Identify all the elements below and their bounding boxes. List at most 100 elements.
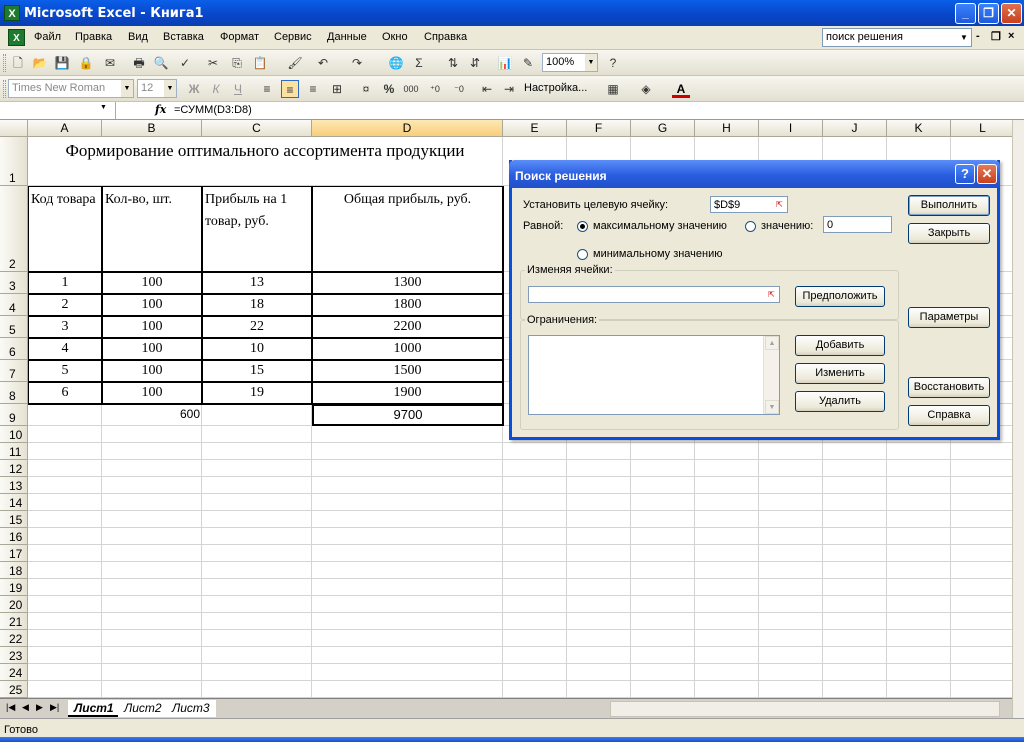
column-header[interactable]: L bbox=[951, 120, 1012, 137]
chart-wizard-icon[interactable]: 📊 bbox=[496, 54, 514, 72]
spelling-icon[interactable]: ✓ bbox=[176, 54, 194, 72]
menu-edit[interactable]: Правка bbox=[75, 31, 112, 43]
row-header[interactable]: 20 bbox=[0, 596, 28, 613]
horizontal-scrollbar[interactable] bbox=[610, 701, 1000, 717]
column-header[interactable]: I bbox=[759, 120, 823, 137]
table-cell[interactable]: 100 bbox=[102, 294, 203, 317]
drawing-icon[interactable]: ✎ bbox=[519, 54, 537, 72]
menu-window[interactable]: Окно bbox=[382, 31, 408, 43]
font-color-icon[interactable]: A bbox=[672, 80, 690, 98]
vertical-scrollbar[interactable] bbox=[1012, 120, 1024, 718]
table-cell[interactable]: 100 bbox=[102, 360, 203, 383]
prev-sheet-icon[interactable]: ◀ bbox=[22, 702, 29, 713]
zoom-select[interactable]: 100% ▼ bbox=[542, 53, 598, 72]
column-header[interactable]: C bbox=[202, 120, 312, 137]
row-header[interactable]: 22 bbox=[0, 630, 28, 647]
table-cell[interactable]: 1000 bbox=[312, 338, 504, 361]
run-button[interactable]: Выполнить bbox=[908, 195, 990, 216]
table-cell[interactable]: 100 bbox=[102, 338, 203, 361]
table-cell[interactable]: 100 bbox=[102, 272, 203, 295]
row-header[interactable]: 14 bbox=[0, 494, 28, 511]
doc-restore-icon[interactable]: ❐ bbox=[991, 30, 1001, 43]
next-sheet-icon[interactable]: ▶ bbox=[36, 702, 43, 713]
add-button[interactable]: Добавить bbox=[795, 335, 885, 356]
italic-button[interactable]: К bbox=[207, 80, 225, 98]
constraints-list[interactable]: ▲ ▼ bbox=[528, 335, 780, 415]
last-sheet-icon[interactable]: ▶| bbox=[50, 702, 59, 713]
table-header-cell[interactable]: Прибыль на 1 товар, руб. bbox=[202, 186, 313, 273]
toolbar-grip[interactable] bbox=[3, 80, 6, 98]
copy-icon[interactable]: ⎘ bbox=[228, 54, 246, 72]
redo-icon[interactable]: ↷ bbox=[348, 54, 366, 72]
function-icon[interactable]: fx bbox=[155, 103, 166, 116]
dialog-close-icon[interactable]: ✕ bbox=[977, 164, 997, 184]
open-icon[interactable]: 📂 bbox=[31, 54, 49, 72]
table-cell[interactable]: 4 bbox=[28, 338, 103, 361]
value-radio-label[interactable]: значению: bbox=[761, 220, 813, 232]
table-cell[interactable]: 6 bbox=[28, 382, 103, 405]
total-profit-cell[interactable]: 9700 bbox=[312, 404, 504, 426]
table-cell[interactable]: 10 bbox=[202, 338, 313, 361]
scroll-up-icon[interactable]: ▲ bbox=[765, 336, 779, 350]
chevron-down-icon[interactable]: ▼ bbox=[121, 80, 133, 97]
fill-color-icon[interactable]: ◈ bbox=[637, 80, 655, 98]
restore-button[interactable]: ❐ bbox=[978, 3, 999, 24]
table-cell[interactable]: 18 bbox=[202, 294, 313, 317]
row-header[interactable]: 4 bbox=[0, 294, 28, 316]
table-cell[interactable]: 1 bbox=[28, 272, 103, 295]
chevron-down-icon[interactable]: ▼ bbox=[585, 54, 597, 71]
row-header[interactable]: 1 bbox=[0, 137, 28, 186]
percent-icon[interactable]: % bbox=[380, 80, 398, 98]
sheet-tab-2[interactable]: Лист2 bbox=[118, 700, 168, 717]
table-cell[interactable]: 1300 bbox=[312, 272, 504, 295]
sheet-tab-1[interactable]: Лист1 bbox=[68, 700, 120, 717]
change-button[interactable]: Изменить bbox=[795, 363, 885, 384]
table-cell[interactable]: 1900 bbox=[312, 382, 504, 405]
table-cell[interactable]: 5 bbox=[28, 360, 103, 383]
row-header[interactable]: 9 bbox=[0, 404, 28, 426]
font-size-select[interactable]: 12 ▼ bbox=[137, 79, 177, 98]
chevron-down-icon[interactable]: ▼ bbox=[100, 104, 107, 111]
table-header-cell[interactable]: Код товара bbox=[28, 186, 103, 273]
save-icon[interactable]: 💾 bbox=[53, 54, 71, 72]
print-preview-icon[interactable]: 🔍 bbox=[152, 54, 170, 72]
options-button[interactable]: Параметры bbox=[908, 307, 990, 328]
menu-format[interactable]: Формат bbox=[220, 31, 259, 43]
row-header[interactable]: 19 bbox=[0, 579, 28, 596]
row-header[interactable]: 11 bbox=[0, 443, 28, 460]
table-header-cell[interactable]: Общая прибыль, руб. bbox=[312, 186, 504, 273]
menu-insert[interactable]: Вставка bbox=[163, 31, 204, 43]
sort-desc-icon[interactable]: ⇵ bbox=[466, 54, 484, 72]
constraints-scrollbar[interactable]: ▲ ▼ bbox=[763, 336, 779, 414]
menu-view[interactable]: Вид bbox=[128, 31, 148, 43]
table-cell[interactable]: 13 bbox=[202, 272, 313, 295]
autosum-icon[interactable]: Σ bbox=[410, 54, 428, 72]
doc-minimize-icon[interactable]: - bbox=[976, 30, 980, 42]
row-header[interactable]: 13 bbox=[0, 477, 28, 494]
total-qty-cell[interactable]: 600 bbox=[103, 405, 200, 424]
column-header[interactable]: H bbox=[695, 120, 759, 137]
min-radio[interactable] bbox=[577, 249, 588, 260]
table-cell[interactable]: 1800 bbox=[312, 294, 504, 317]
document-icon[interactable]: X bbox=[8, 29, 25, 46]
undo-icon[interactable]: ↶ bbox=[314, 54, 332, 72]
print-icon[interactable]: 🖶 bbox=[130, 54, 148, 72]
max-radio-label[interactable]: максимальному значению bbox=[593, 220, 727, 232]
currency-icon[interactable]: ¤ bbox=[357, 80, 375, 98]
align-left-icon[interactable]: ≡ bbox=[258, 80, 276, 98]
table-cell[interactable]: 100 bbox=[102, 316, 203, 339]
decrease-decimal-icon[interactable]: ⁻0 bbox=[450, 80, 468, 98]
row-header[interactable]: 24 bbox=[0, 664, 28, 681]
column-header[interactable]: D bbox=[312, 120, 503, 137]
help-icon[interactable]: ? bbox=[604, 54, 622, 72]
close-dialog-button[interactable]: Закрыть bbox=[908, 223, 990, 244]
doc-close-icon[interactable]: × bbox=[1008, 30, 1014, 42]
dialog-help-icon[interactable]: ? bbox=[955, 164, 975, 184]
cut-icon[interactable]: ✂ bbox=[204, 54, 222, 72]
row-header[interactable]: 17 bbox=[0, 545, 28, 562]
row-header[interactable]: 5 bbox=[0, 316, 28, 338]
scroll-down-icon[interactable]: ▼ bbox=[765, 400, 779, 414]
row-header[interactable]: 10 bbox=[0, 426, 28, 443]
table-cell[interactable]: 2 bbox=[28, 294, 103, 317]
hyperlink-icon[interactable]: 🌐 bbox=[387, 54, 405, 72]
